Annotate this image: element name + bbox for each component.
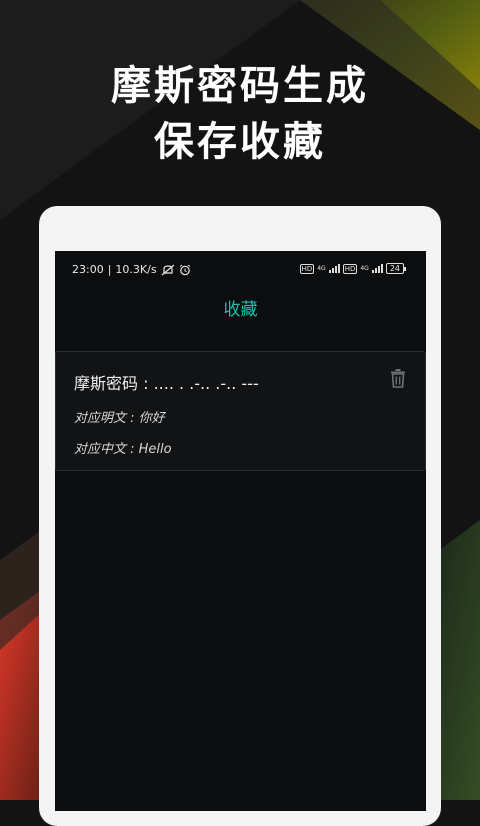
hd-badge: HD — [299, 263, 315, 274]
app-screen: 23:00 | 10.3K/s HD 4G HD 4G 24 收藏 摩斯密码:… — [55, 251, 426, 811]
status-right: HD 4G HD 4G 24 — [299, 263, 407, 274]
chinese-label: 对应中文 : — [74, 442, 139, 457]
status-bar: 23:00 | 10.3K/s HD 4G HD 4G 24 — [55, 251, 426, 289]
promo-heading: 摩斯密码生成 保存收藏 — [0, 58, 480, 170]
signal-icon — [371, 264, 383, 273]
promo-title-line2: 保存收藏 — [154, 119, 326, 165]
battery-indicator: 24 — [385, 263, 407, 274]
alarm-clock-icon — [179, 264, 190, 275]
trash-icon — [391, 369, 405, 388]
signal-icon — [328, 264, 340, 273]
status-time: 23:00 — [72, 263, 104, 276]
plain-text-line: 对应明文 : 你好 — [74, 407, 165, 426]
network-type: 4G — [360, 265, 369, 272]
morse-value: .... . .-.. .-.. --- — [153, 374, 259, 393]
hd-badge: HD — [342, 263, 358, 274]
status-left: 23:00 | 10.3K/s — [72, 263, 191, 276]
chinese-text-line: 对应中文 : Hello — [74, 438, 172, 457]
morse-label: 摩斯密码 : — [74, 374, 154, 393]
plain-value: 你好 — [138, 411, 165, 426]
plain-label: 对应明文 : — [74, 411, 139, 426]
status-separator: | — [107, 263, 112, 276]
morse-line: 摩斯密码 : .... . .-.. .-.. --- — [74, 370, 259, 394]
network-type: 4G — [317, 265, 326, 272]
chinese-value: Hello — [138, 442, 172, 457]
page-title: 收藏 — [223, 300, 258, 320]
favorite-card[interactable]: 摩斯密码 : .... . .-.. .-.. --- 对应明文 : 你好 对应… — [55, 351, 426, 471]
bell-off-icon — [161, 264, 174, 275]
delete-button[interactable] — [389, 368, 407, 388]
network-speed: 10.3K/s — [115, 263, 157, 276]
promo-title-line1: 摩斯密码生成 — [111, 63, 369, 109]
